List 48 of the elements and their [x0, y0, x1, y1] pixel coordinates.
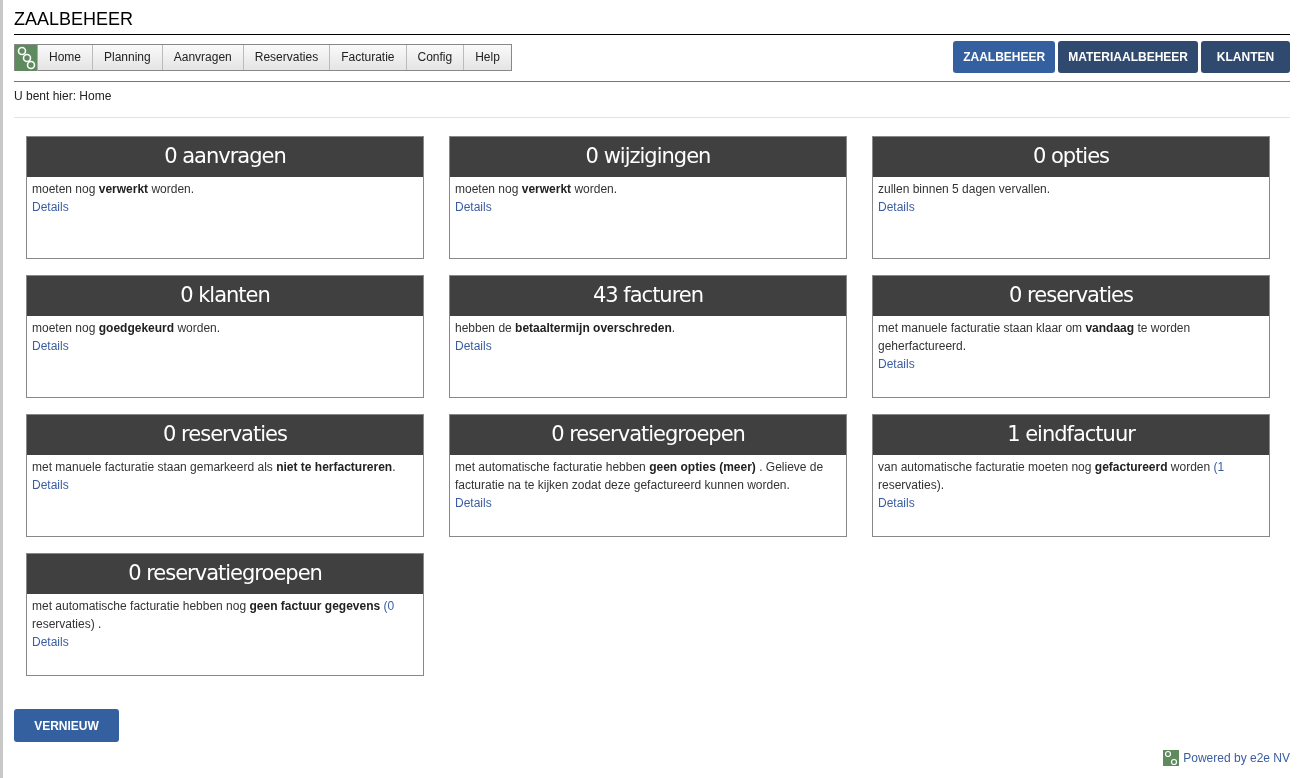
- menu-item[interactable]: Help: [464, 44, 511, 70]
- details-link[interactable]: Details: [878, 200, 915, 214]
- card-description: met manuele facturatie staan klaar om vandaag te worden geherfactureerd.: [878, 320, 1192, 355]
- card-title: 0 wijzigingen: [450, 137, 846, 177]
- details-link[interactable]: Details: [32, 635, 69, 649]
- logo-icon: [1163, 750, 1180, 766]
- menu-item[interactable]: Aanvragen: [162, 44, 244, 70]
- card-description: met automatische facturatie hebben nog geen factuur gegevens (0 reservaties) .: [32, 598, 396, 633]
- card-description: moeten nog verwerkt worden.: [32, 181, 196, 198]
- details-link[interactable]: Details: [455, 339, 492, 353]
- refresh-button[interactable]: VERNIEUW: [14, 709, 119, 742]
- card-title: 0 reservatiegroepen: [27, 554, 423, 594]
- card-title: 0 klanten: [27, 276, 423, 316]
- card-description: met automatische facturatie hebben geen opties (meer) . Gelieve de facturatie na te kijken zodat deze gefactureerd kunnen worden.: [455, 459, 825, 494]
- card-title: 0 reservaties: [873, 276, 1269, 316]
- card-description: hebben de betaaltermijn overschreden.: [455, 320, 677, 337]
- details-link[interactable]: Details: [455, 496, 492, 510]
- details-link[interactable]: Details: [32, 200, 69, 214]
- powered-by-link[interactable]: Powered by e2e NV: [1183, 751, 1290, 765]
- details-link[interactable]: Details: [878, 357, 915, 371]
- details-link[interactable]: Details: [32, 478, 69, 492]
- details-link[interactable]: Details: [455, 200, 492, 214]
- card-title: 43 facturen: [450, 276, 846, 316]
- logo-icon: [15, 44, 38, 71]
- module-tab[interactable]: MATERIAALBEHEER: [1058, 41, 1198, 73]
- menu-item[interactable]: Planning: [93, 44, 163, 70]
- menu-item[interactable]: Facturatie: [330, 44, 407, 70]
- details-link[interactable]: Details: [878, 496, 915, 510]
- menu-item[interactable]: Home: [38, 44, 93, 70]
- card-description: van automatische facturatie moeten nog gefactureerd worden (1 reservaties).: [878, 459, 1226, 494]
- breadcrumb: U bent hier: Home: [14, 82, 1290, 118]
- card-description: met manuele facturatie staan gemarkeerd als niet te herfactureren.: [32, 459, 397, 476]
- card-description: zullen binnen 5 dagen vervallen.: [878, 181, 1052, 198]
- card-title: 1 eindfactuur: [873, 415, 1269, 455]
- card-title: 0 reservaties: [27, 415, 423, 455]
- details-link[interactable]: Details: [32, 339, 69, 353]
- card-description: moeten nog goedgekeurd worden.: [32, 320, 222, 337]
- card-title: 0 opties: [873, 137, 1269, 177]
- reservations-link[interactable]: (1: [1213, 460, 1225, 474]
- card-title: 0 reservatiegroepen: [450, 415, 846, 455]
- menu-item[interactable]: Config: [406, 44, 465, 70]
- card-description: moeten nog verwerkt worden.: [455, 181, 619, 198]
- reservations-link[interactable]: (0: [383, 599, 395, 613]
- page-title: ZAALBEHEER: [14, 0, 1290, 35]
- module-tab[interactable]: ZAALBEHEER: [953, 41, 1056, 73]
- menu-item[interactable]: Reservaties: [243, 44, 331, 70]
- module-tab[interactable]: KLANTEN: [1201, 41, 1290, 73]
- card-title: 0 aanvragen: [27, 137, 423, 177]
